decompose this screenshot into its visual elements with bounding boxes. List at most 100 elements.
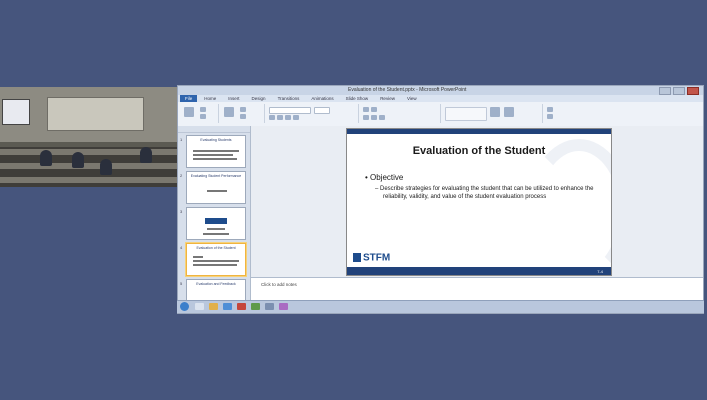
tab-design[interactable]: Design — [247, 95, 271, 102]
tab-home[interactable]: Home — [199, 95, 221, 102]
thumbnail-line — [203, 233, 229, 235]
browser-icon[interactable] — [223, 303, 232, 310]
folder-icon[interactable] — [209, 303, 218, 310]
current-slide[interactable]: Evaluation of the Student • Objective – … — [346, 128, 612, 276]
align-center-icon[interactable] — [371, 115, 377, 120]
thumbnails-header — [178, 126, 250, 133]
underline-icon[interactable] — [285, 115, 291, 120]
notes-placeholder: Click to add notes — [261, 282, 297, 287]
thumbnail-number: 2 — [180, 173, 183, 178]
notes-pane[interactable]: Click to add notes — [251, 277, 703, 302]
slide-thumbnail[interactable]: 1 Evaluating Students — [180, 135, 246, 168]
powerpoint-window: Evaluation of the Student.pptx - Microso… — [177, 85, 704, 314]
audience-member — [72, 152, 84, 168]
cut-icon[interactable] — [200, 107, 206, 112]
slide-background-swoosh — [527, 139, 611, 275]
thumbnail-title: Evaluating Student Performance — [190, 174, 242, 178]
thumbnail-line — [193, 260, 239, 262]
tab-transitions[interactable]: Transitions — [273, 95, 305, 102]
stfm-logo: STFM — [353, 249, 390, 267]
arrange-icon[interactable] — [490, 107, 500, 117]
slide-thumbnail[interactable]: 3 — [180, 207, 246, 240]
audience-member — [40, 150, 52, 166]
classroom-camera-feed — [0, 87, 177, 187]
start-button[interactable] — [180, 302, 189, 311]
thumbnail-line — [193, 150, 239, 152]
ribbon — [178, 102, 703, 127]
slide-bottom-band: 7-4 — [347, 267, 611, 275]
app-icon[interactable] — [279, 303, 288, 310]
thumbnail-title: Evaluation and Feedback — [196, 282, 236, 286]
numbering-icon[interactable] — [371, 107, 377, 112]
tab-view[interactable]: View — [402, 95, 422, 102]
quick-styles-icon[interactable] — [504, 107, 514, 117]
slide-thumbnail[interactable]: 2 Evaluating Student Performance — [180, 171, 246, 204]
explorer-icon[interactable] — [195, 303, 204, 310]
italic-icon[interactable] — [277, 115, 283, 120]
ribbon-group-paragraph — [360, 104, 441, 123]
thumbnail-number: 1 — [180, 137, 183, 142]
thumbnail-number: 5 — [180, 281, 183, 286]
thumbnail-line — [207, 190, 227, 192]
find-icon[interactable] — [547, 107, 553, 112]
window-controls — [659, 87, 699, 95]
whiteboard — [47, 97, 144, 131]
audience-member — [140, 147, 152, 163]
slide-bullet-text: Objective — [370, 173, 404, 182]
font-name-dropdown[interactable] — [269, 107, 311, 114]
align-right-icon[interactable] — [379, 115, 385, 120]
thumbnail-line — [193, 158, 237, 160]
thumbnail-title: Evaluation of the Student — [196, 246, 236, 250]
window-title: Evaluation of the Student.pptx - Microso… — [348, 87, 467, 93]
slide-sub-bullet[interactable]: – Describe strategies for evaluating the… — [375, 185, 600, 201]
taskbar — [177, 300, 704, 313]
replace-icon[interactable] — [547, 114, 553, 119]
app-icon[interactable] — [251, 303, 260, 310]
thumbnail-line — [207, 228, 225, 230]
slide-sub-bullet-text: – Describe strategies for evaluating the… — [375, 186, 594, 200]
tab-insert[interactable]: Insert — [223, 95, 244, 102]
bullets-icon[interactable] — [363, 107, 369, 112]
slide-top-band — [347, 129, 611, 134]
ribbon-group-drawing — [442, 104, 543, 123]
reset-icon[interactable] — [240, 114, 246, 119]
thumbnail-number: 3 — [180, 209, 183, 214]
slide-thumbnails-pane: 1 Evaluating Students 2 Evaluating Stude… — [178, 126, 251, 301]
app-icon[interactable] — [265, 303, 274, 310]
bold-icon[interactable] — [269, 115, 275, 120]
ribbon-group-editing — [544, 104, 584, 123]
slide-thumbnail[interactable]: 5 Evaluation and Feedback — [180, 279, 246, 301]
thumbnail-line — [193, 154, 233, 156]
ribbon-group-clipboard — [180, 104, 219, 123]
ribbon-group-slides — [220, 104, 265, 123]
copy-icon[interactable] — [200, 114, 206, 119]
slide-page-number: 7-4 — [597, 269, 603, 274]
shapes-gallery[interactable] — [445, 107, 487, 121]
minimize-button[interactable] — [659, 87, 671, 95]
slide-bullet[interactable]: • Objective — [365, 173, 403, 182]
close-button[interactable] — [687, 87, 699, 95]
audience-member — [100, 159, 112, 175]
desk-row — [0, 177, 177, 183]
stfm-logo-text: STFM — [363, 252, 391, 264]
tab-slide-show[interactable]: Slide Show — [341, 95, 374, 102]
slide-thumbnail-selected[interactable]: 4 Evaluation of the Student — [180, 243, 246, 276]
tab-animations[interactable]: Animations — [306, 95, 338, 102]
slide-title[interactable]: Evaluation of the Student — [347, 145, 611, 157]
slide-editing-area[interactable]: Evaluation of the Student • Objective – … — [251, 126, 703, 277]
font-color-icon[interactable] — [293, 115, 299, 120]
thumbnail-number: 4 — [180, 245, 183, 250]
desk-row — [0, 163, 177, 169]
ribbon-group-font — [266, 104, 359, 123]
layout-icon[interactable] — [240, 107, 246, 112]
font-size-dropdown[interactable] — [314, 107, 330, 114]
projector-screen — [2, 99, 30, 125]
stfm-logo-thumbnail — [205, 218, 227, 224]
paste-icon[interactable] — [184, 107, 194, 117]
tab-file[interactable]: File — [180, 95, 198, 102]
maximize-button[interactable] — [673, 87, 685, 95]
powerpoint-taskbar-icon[interactable] — [237, 303, 246, 310]
new-slide-icon[interactable] — [224, 107, 234, 117]
align-left-icon[interactable] — [363, 115, 369, 120]
tab-review[interactable]: Review — [375, 95, 400, 102]
